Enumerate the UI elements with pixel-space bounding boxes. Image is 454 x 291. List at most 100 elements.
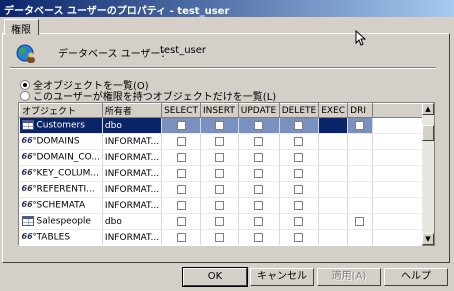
permission-checkbox[interactable] bbox=[294, 168, 304, 178]
permission-cell[interactable] bbox=[238, 117, 280, 134]
permission-cell[interactable] bbox=[238, 149, 280, 166]
ok-button[interactable]: OK bbox=[182, 267, 248, 287]
radio-button[interactable] bbox=[20, 91, 30, 101]
table-row[interactable]: Salespeople dbo bbox=[19, 213, 429, 230]
help-button[interactable]: ヘルプ bbox=[384, 268, 448, 286]
permission-checkbox[interactable] bbox=[176, 216, 186, 226]
permission-cell[interactable] bbox=[200, 181, 239, 198]
scroll-thumb[interactable] bbox=[422, 125, 434, 141]
permission-checkbox[interactable] bbox=[355, 120, 365, 130]
object-cell[interactable]: 66°DOMAINS bbox=[19, 133, 103, 150]
apply-button[interactable]: 適用(A) bbox=[317, 268, 381, 286]
cancel-button[interactable]: キャンセル bbox=[250, 268, 314, 286]
scroll-up-button[interactable]: ▲ bbox=[422, 103, 434, 115]
permission-checkbox[interactable] bbox=[214, 216, 224, 226]
table-row[interactable]: 66°TABLE_CON...INFORMAT... bbox=[20, 246, 429, 247]
permission-checkbox[interactable] bbox=[214, 136, 224, 146]
permission-checkbox[interactable] bbox=[214, 152, 224, 162]
permission-cell[interactable] bbox=[200, 246, 238, 247]
permission-cell[interactable] bbox=[200, 229, 239, 245]
permission-cell[interactable] bbox=[279, 213, 320, 230]
title-bar[interactable]: データベース ユーザーのプロパティ - test_user bbox=[0, 0, 454, 17]
permission-cell[interactable] bbox=[347, 213, 373, 230]
object-cell[interactable]: Customers bbox=[19, 117, 103, 134]
permission-checkbox[interactable] bbox=[214, 200, 224, 210]
permission-checkbox[interactable] bbox=[176, 152, 186, 162]
permission-cell[interactable] bbox=[279, 133, 320, 150]
column-header[interactable]: 所有者 bbox=[101, 103, 163, 118]
permission-checkbox[interactable] bbox=[176, 184, 186, 194]
permission-cell[interactable] bbox=[279, 197, 320, 214]
permission-checkbox[interactable] bbox=[294, 152, 304, 162]
permission-cell[interactable] bbox=[279, 149, 320, 166]
permission-cell[interactable] bbox=[347, 117, 373, 134]
permission-checkbox[interactable] bbox=[176, 168, 186, 178]
permission-cell[interactable] bbox=[200, 133, 239, 150]
permission-checkbox[interactable] bbox=[214, 184, 224, 194]
permission-checkbox[interactable] bbox=[254, 120, 264, 130]
permission-cell[interactable] bbox=[162, 246, 201, 247]
permission-checkbox[interactable] bbox=[294, 216, 304, 226]
permission-cell[interactable] bbox=[161, 197, 201, 214]
column-header[interactable]: SELECT bbox=[161, 103, 201, 118]
object-cell[interactable]: 66°TABLES bbox=[19, 229, 103, 245]
tab-permissions[interactable]: 権限 bbox=[4, 19, 39, 36]
permission-checkbox[interactable] bbox=[254, 136, 264, 146]
permission-cell[interactable] bbox=[279, 229, 320, 245]
permission-checkbox[interactable] bbox=[176, 232, 186, 242]
permission-cell[interactable] bbox=[279, 117, 320, 134]
vertical-scrollbar[interactable]: ▲ ▼ bbox=[422, 102, 435, 246]
permission-cell[interactable] bbox=[161, 133, 201, 150]
table-row[interactable]: 66°SCHEMATA INFORMAT... bbox=[19, 197, 429, 214]
permission-checkbox[interactable] bbox=[254, 200, 264, 210]
column-header[interactable]: UPDATE bbox=[237, 103, 280, 118]
radio-granted-objects[interactable]: このユーザーが権限を持つオブジェクトだけを一覧(L) bbox=[20, 88, 276, 103]
object-cell[interactable]: 66°SCHEMATA bbox=[19, 197, 103, 214]
permission-cell[interactable] bbox=[200, 149, 239, 166]
object-cell[interactable]: Salespeople bbox=[19, 213, 103, 230]
permission-checkbox[interactable] bbox=[214, 168, 224, 178]
column-header[interactable]: DRI bbox=[347, 103, 373, 118]
permission-checkbox[interactable] bbox=[294, 120, 304, 130]
object-cell[interactable]: 66°REFERENTI... bbox=[19, 181, 103, 198]
permission-cell[interactable] bbox=[161, 213, 201, 230]
permission-cell[interactable] bbox=[238, 246, 279, 247]
permission-checkbox[interactable] bbox=[294, 200, 304, 210]
permission-checkbox[interactable] bbox=[254, 216, 264, 226]
table-row[interactable]: 66°KEY_COLUM... INFORMAT... bbox=[19, 165, 429, 182]
scroll-down-button[interactable]: ▼ bbox=[422, 233, 434, 245]
permission-checkbox[interactable] bbox=[254, 152, 264, 162]
permissions-grid[interactable]: オブジェクト 所有者 SELECT INSERT UPDATE DELETE EXEC DRI… bbox=[18, 102, 430, 246]
permission-cell[interactable] bbox=[238, 213, 280, 230]
permission-cell[interactable] bbox=[161, 181, 201, 198]
table-row[interactable]: 66°DOMAINS INFORMAT... bbox=[19, 133, 429, 150]
column-header[interactable]: INSERT bbox=[199, 103, 239, 118]
permission-cell[interactable] bbox=[200, 213, 239, 230]
object-cell[interactable]: 66°KEY_COLUM... bbox=[19, 165, 103, 182]
permission-cell[interactable] bbox=[200, 117, 239, 134]
permission-cell[interactable] bbox=[279, 246, 319, 247]
permission-cell[interactable] bbox=[238, 229, 280, 245]
permission-cell[interactable] bbox=[238, 133, 280, 150]
object-cell[interactable]: 66°TABLE_CON... bbox=[20, 246, 103, 247]
permission-cell[interactable] bbox=[161, 149, 201, 166]
permission-checkbox[interactable] bbox=[176, 136, 186, 146]
column-header[interactable]: EXEC bbox=[318, 103, 349, 118]
permission-cell[interactable] bbox=[238, 165, 280, 182]
permission-cell[interactable] bbox=[161, 229, 201, 245]
column-header[interactable]: DELETE bbox=[278, 103, 320, 118]
permission-cell[interactable] bbox=[238, 181, 280, 198]
permission-checkbox[interactable] bbox=[355, 216, 365, 226]
permission-cell[interactable] bbox=[279, 181, 320, 198]
permission-checkbox[interactable] bbox=[254, 184, 264, 194]
permission-checkbox[interactable] bbox=[214, 120, 224, 130]
permission-checkbox[interactable] bbox=[254, 232, 264, 242]
permission-cell[interactable] bbox=[238, 197, 280, 214]
table-row[interactable]: 66°DOMAIN_CO... INFORMAT... bbox=[19, 149, 429, 166]
permission-cell[interactable] bbox=[161, 165, 201, 182]
table-row[interactable]: 66°REFERENTI... INFORMAT... bbox=[19, 181, 429, 198]
permission-checkbox[interactable] bbox=[294, 232, 304, 242]
permission-cell[interactable] bbox=[279, 165, 320, 182]
permission-checkbox[interactable] bbox=[294, 184, 304, 194]
table-row[interactable]: 66°TABLES INFORMAT... bbox=[19, 229, 429, 245]
